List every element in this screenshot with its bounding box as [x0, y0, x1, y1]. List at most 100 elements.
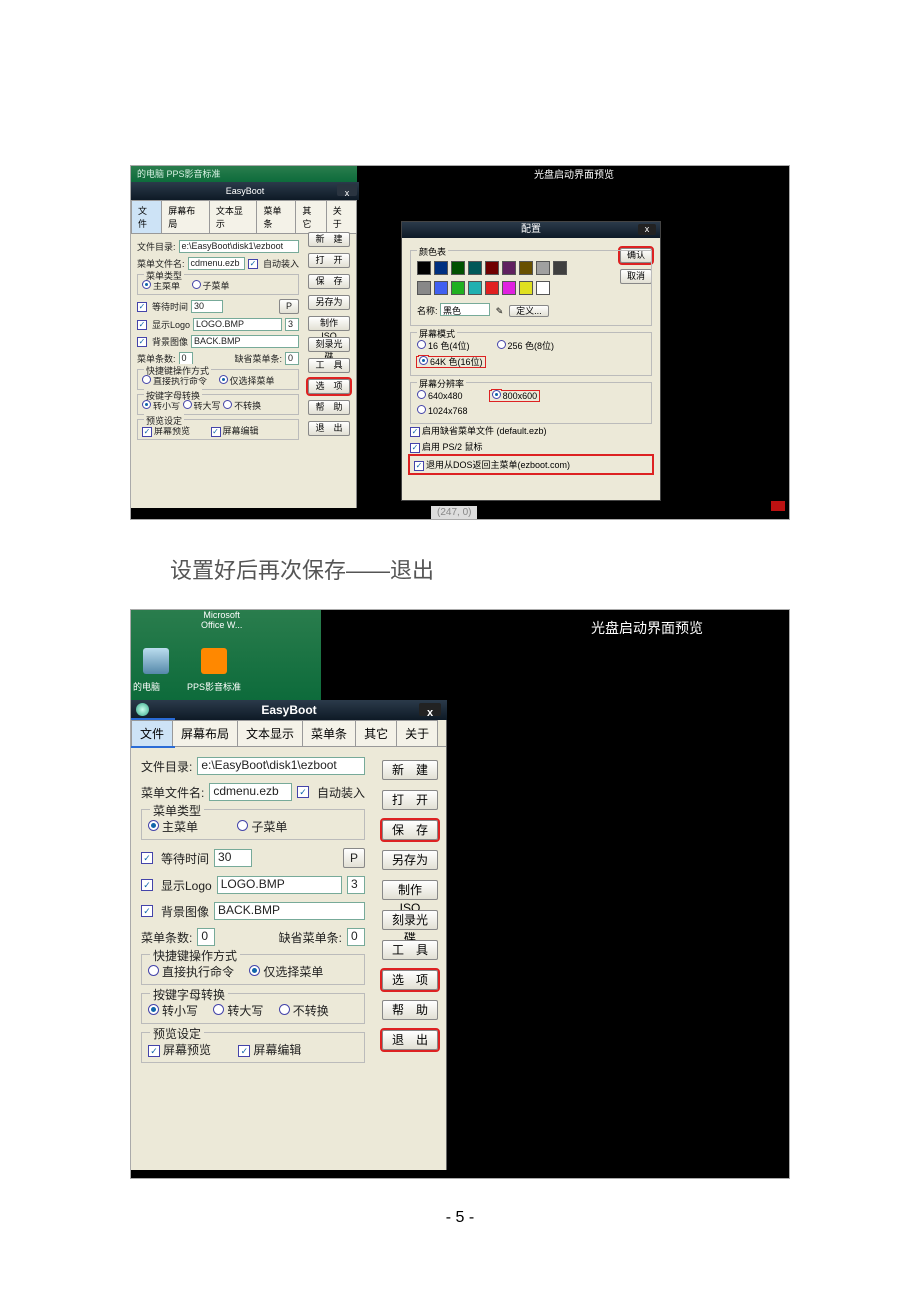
- autoload-checkbox[interactable]: [297, 786, 309, 798]
- screenshot-2: MicrosoftOffice W... 的电脑 PPS影音标准 EasyBoo…: [130, 609, 790, 1179]
- radio-lower[interactable]: [142, 400, 151, 409]
- exit-button[interactable]: 退 出: [382, 1030, 438, 1050]
- logo-input[interactable]: LOGO.BMP: [217, 876, 342, 894]
- easyboot-panel: 文件 屏幕布局 文本显示 菜单条 其它 关于 文件目录:e:\EasyBoot\…: [131, 720, 447, 1170]
- options-button[interactable]: 选 项: [308, 379, 350, 394]
- save-button[interactable]: 保 存: [382, 820, 438, 840]
- tab-menubar[interactable]: 菜单条: [302, 720, 356, 746]
- radio-nocase[interactable]: [223, 400, 232, 409]
- radio-upper[interactable]: [213, 1004, 224, 1015]
- makeiso-button[interactable]: 制作ISO: [308, 316, 350, 331]
- chk-preview[interactable]: [142, 427, 152, 437]
- chk-defmenu[interactable]: [410, 427, 420, 437]
- open-button[interactable]: 打 开: [308, 253, 350, 268]
- coord-label: (247, 0): [431, 506, 477, 519]
- radio-256c[interactable]: [497, 340, 506, 349]
- color-swatches-row1[interactable]: [417, 261, 595, 277]
- chk-preview[interactable]: [148, 1045, 160, 1057]
- color-swatches-row2[interactable]: [417, 281, 595, 297]
- saveas-button[interactable]: 另存为: [308, 295, 350, 310]
- define-button[interactable]: 定义...: [509, 305, 549, 317]
- radio-64k[interactable]: [419, 356, 428, 365]
- radio-lower[interactable]: [148, 1004, 159, 1015]
- radio-mainmenu[interactable]: [148, 820, 159, 831]
- wait-input[interactable]: 30: [214, 849, 252, 867]
- chk-dosreturn[interactable]: [414, 461, 424, 471]
- autoload-checkbox[interactable]: [248, 259, 258, 269]
- logo-n-input[interactable]: 3: [285, 318, 299, 331]
- radio-640[interactable]: [417, 390, 426, 399]
- p-button[interactable]: P: [343, 848, 365, 868]
- tab-menubar[interactable]: 菜单条: [256, 200, 296, 233]
- new-button[interactable]: 新 建: [382, 760, 438, 780]
- new-button[interactable]: 新 建: [308, 232, 350, 247]
- burn-button[interactable]: 刻录光碟: [382, 910, 438, 930]
- radio-upper[interactable]: [183, 400, 192, 409]
- logo-checkbox[interactable]: [141, 879, 153, 891]
- tab-text[interactable]: 文本显示: [209, 200, 258, 233]
- defaultmenu-input[interactable]: 0: [285, 352, 299, 365]
- saveas-button[interactable]: 另存为: [382, 850, 438, 870]
- bg-input[interactable]: BACK.BMP: [191, 335, 299, 348]
- bg-checkbox[interactable]: [137, 337, 147, 347]
- radio-hk-exec[interactable]: [148, 965, 159, 976]
- tab-file[interactable]: 文件: [131, 720, 173, 746]
- options-button[interactable]: 选 项: [382, 970, 438, 990]
- tab-other[interactable]: 其它: [295, 200, 326, 233]
- colorname-input[interactable]: 黑色: [440, 303, 490, 316]
- tab-about[interactable]: 关于: [326, 200, 357, 233]
- tab-layout[interactable]: 屏幕布局: [161, 200, 210, 233]
- defaultmenu-input[interactable]: 0: [347, 928, 365, 946]
- burn-button[interactable]: 刻录光碟: [308, 337, 350, 352]
- pps-icon[interactable]: [201, 648, 227, 674]
- logo-n-input[interactable]: 3: [347, 876, 365, 894]
- radio-hk-exec[interactable]: [142, 375, 151, 384]
- menucount-input[interactable]: 0: [197, 928, 215, 946]
- save-button[interactable]: 保 存: [308, 274, 350, 289]
- chk-edit[interactable]: [211, 427, 221, 437]
- close-icon[interactable]: x: [419, 703, 441, 716]
- wait-input[interactable]: 30: [191, 300, 223, 313]
- chk-ps2[interactable]: [410, 443, 420, 453]
- menufile-input[interactable]: cdmenu.ezb: [209, 783, 292, 801]
- tabs: 文件 屏幕布局 文本显示 菜单条 其它 关于: [131, 200, 356, 234]
- help-button[interactable]: 帮 助: [382, 1000, 438, 1020]
- bg-checkbox[interactable]: [141, 905, 153, 917]
- close-icon[interactable]: x: [337, 184, 357, 196]
- logo-input[interactable]: LOGO.BMP: [193, 318, 282, 331]
- radio-submenu[interactable]: [237, 820, 248, 831]
- tab-text[interactable]: 文本显示: [237, 720, 303, 746]
- tab-about[interactable]: 关于: [396, 720, 438, 746]
- easyboot-titlebar: EasyBoot x: [131, 700, 447, 720]
- tab-other[interactable]: 其它: [355, 720, 397, 746]
- chk-edit[interactable]: [238, 1045, 250, 1057]
- radio-hk-select[interactable]: [219, 375, 228, 384]
- radio-16c[interactable]: [417, 340, 426, 349]
- dir-input[interactable]: e:\EasyBoot\disk1\ezboot: [179, 240, 299, 253]
- logo-checkbox[interactable]: [137, 320, 147, 330]
- bg-input[interactable]: BACK.BMP: [214, 902, 365, 920]
- tools-button[interactable]: 工 具: [308, 358, 350, 373]
- menufile-input[interactable]: cdmenu.ezb: [188, 257, 245, 270]
- radio-hk-select[interactable]: [249, 965, 260, 976]
- p-button[interactable]: P: [279, 299, 299, 314]
- wait-checkbox[interactable]: [141, 852, 153, 864]
- radio-submenu[interactable]: [192, 280, 201, 289]
- open-button[interactable]: 打 开: [382, 790, 438, 810]
- radio-nocase[interactable]: [279, 1004, 290, 1015]
- tools-button[interactable]: 工 具: [382, 940, 438, 960]
- orb-icon: [136, 703, 149, 716]
- mycomputer-icon[interactable]: [143, 648, 169, 674]
- pencil-icon[interactable]: ✎: [493, 306, 507, 317]
- exit-button[interactable]: 退 出: [308, 421, 350, 436]
- dir-input[interactable]: e:\EasyBoot\disk1\ezboot: [197, 757, 365, 775]
- tab-file[interactable]: 文件: [131, 200, 162, 233]
- help-button[interactable]: 帮 助: [308, 400, 350, 415]
- makeiso-button[interactable]: 制作ISO: [382, 880, 438, 900]
- close-icon[interactable]: x: [638, 224, 656, 235]
- radio-mainmenu[interactable]: [142, 280, 151, 289]
- radio-800[interactable]: [492, 390, 501, 399]
- radio-1024[interactable]: [417, 405, 426, 414]
- wait-checkbox[interactable]: [137, 302, 147, 312]
- tab-layout[interactable]: 屏幕布局: [172, 720, 238, 746]
